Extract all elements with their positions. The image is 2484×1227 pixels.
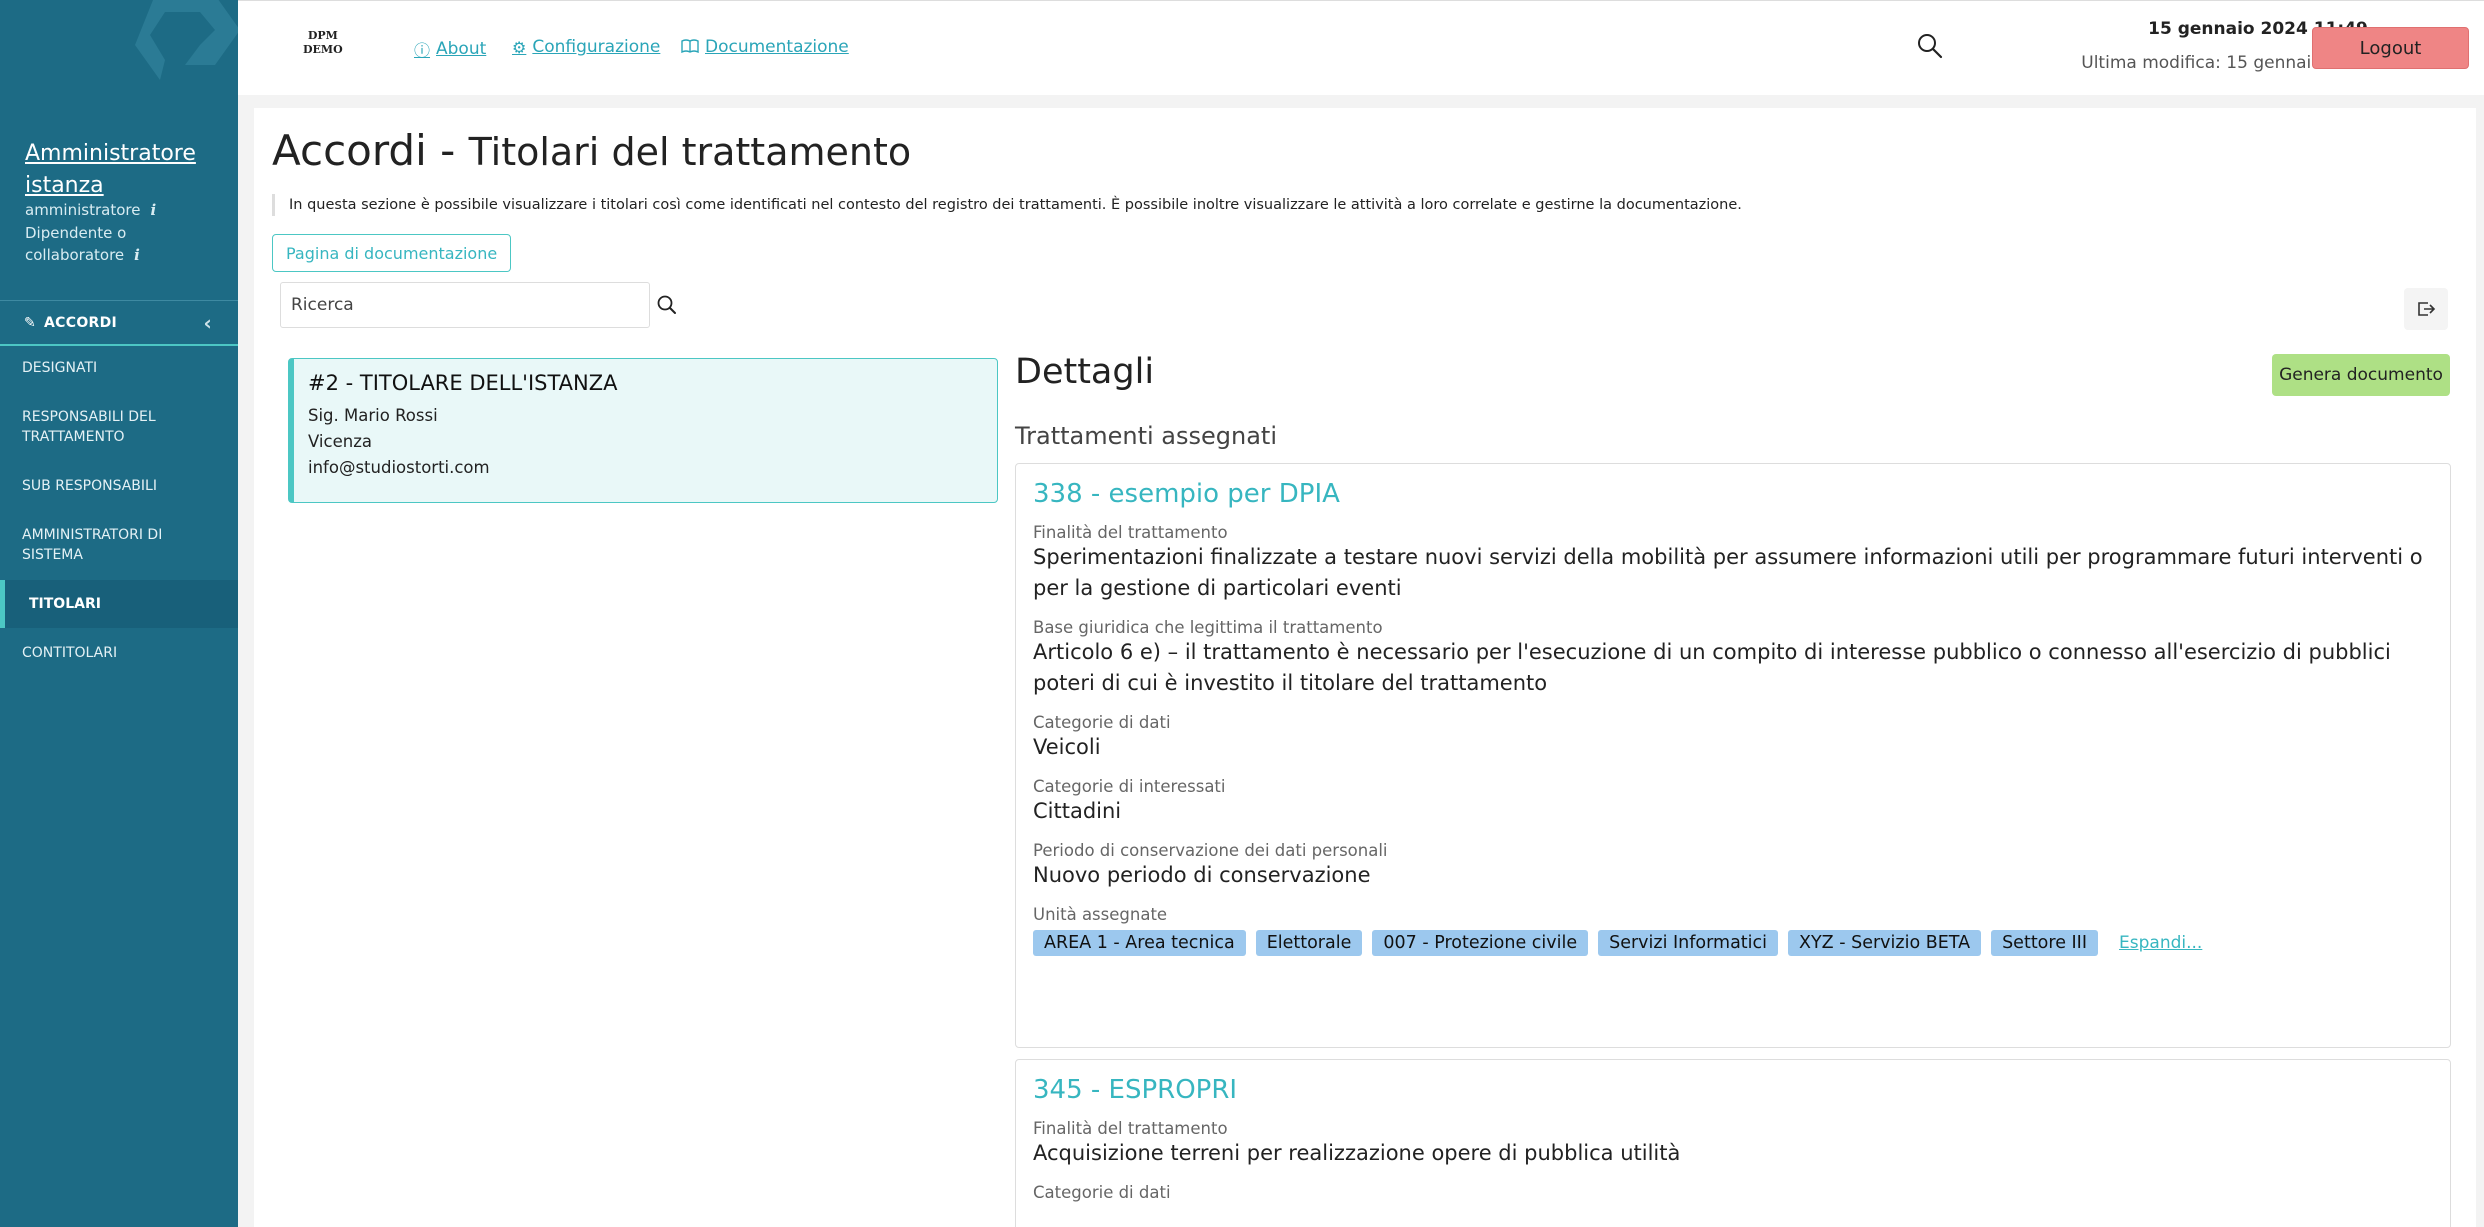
field-label: Categorie di dati <box>1033 1183 1171 1202</box>
treatment-card: 338 - esempio per DPIA Finalità del trat… <box>1015 463 2451 1048</box>
book-icon <box>681 38 699 57</box>
sidebar-item-sub-responsabili[interactable]: SUB RESPONSABILI <box>0 476 238 496</box>
field-label: Categorie di dati <box>1033 713 1171 732</box>
info-icon[interactable]: i <box>134 246 140 264</box>
field-label: Periodo di conservazione dei dati person… <box>1033 841 1388 860</box>
unit-tag: 007 - Protezione civile <box>1372 930 1589 956</box>
treatment-title[interactable]: 338 - esempio per DPIA <box>1033 479 2433 509</box>
titolare-card[interactable]: #2 - TITOLARE DELL'ISTANZA Sig. Mario Ro… <box>288 358 998 503</box>
categorie-interessati-value: Cittadini <box>1033 799 1122 823</box>
documentazione-link[interactable]: Documentazione <box>681 37 849 57</box>
field-label: Base giuridica che legittima il trattame… <box>1033 618 1383 637</box>
link-label: Configurazione <box>532 37 661 57</box>
link-label: Documentazione <box>705 37 849 57</box>
link-label: About <box>436 39 487 59</box>
logout-button[interactable]: Logout <box>2312 27 2469 69</box>
treatment-title[interactable]: 345 - ESPROPRI <box>1033 1075 2433 1105</box>
field-label: Finalità del trattamento <box>1033 1119 1228 1138</box>
topbar: DPM DEMO ⓘ About ⚙ Configurazione Docume… <box>238 0 2484 95</box>
sidebar-item-label: DESIGNATI <box>22 360 98 376</box>
details-title: Dettagli <box>1015 352 1155 392</box>
configurazione-link[interactable]: ⚙ Configurazione <box>512 37 660 57</box>
unit-tag: Settore III <box>1991 930 2099 956</box>
search-icon[interactable] <box>652 290 682 320</box>
finalita-value: Acquisizione terreni per realizzazione o… <box>1033 1141 1681 1165</box>
documentation-page-button[interactable]: Pagina di documentazione <box>272 234 512 272</box>
sidebar-item-titolari[interactable]: TITOLARI <box>0 580 238 628</box>
unit-tag: Elettorale <box>1255 930 1363 956</box>
about-link[interactable]: ⓘ About <box>414 37 486 61</box>
role-label: Dipendente o collaboratore <box>25 224 127 264</box>
sidebar: Amministratore istanza amministratore i D… <box>0 0 238 1227</box>
page-title-main: Accordi - <box>272 126 469 175</box>
brand-mark-icon <box>135 0 238 80</box>
titolare-name: #2 - TITOLARE DELL'ISTANZA <box>308 371 618 395</box>
chevron-left-icon[interactable]: ‹ <box>203 311 212 335</box>
unit-tag: XYZ - Servizio BETA <box>1788 930 1982 956</box>
role-admin: amministratore i <box>25 199 156 221</box>
expand-link[interactable]: Espandi... <box>2119 933 2202 953</box>
sidebar-item-label: RESPONSABILI DEL TRATTAMENTO <box>22 409 156 445</box>
field-label: Categorie di interessati <box>1033 777 1226 796</box>
sidebar-item-label: SUB RESPONSABILI <box>22 478 157 494</box>
unit-tag: AREA 1 - Area tecnica <box>1033 930 1246 956</box>
sidebar-item-designati[interactable]: DESIGNATI <box>0 358 238 378</box>
intro-text: In questa sezione è possibile visualizza… <box>272 194 1742 216</box>
export-icon <box>2418 302 2436 316</box>
assigned-units: AREA 1 - Area tecnica Elettorale 007 - P… <box>1033 930 2433 956</box>
unit-tag: Servizi Informatici <box>1598 930 1778 956</box>
generate-document-button[interactable]: Genera documento <box>2272 354 2450 396</box>
brand-line: DEMO <box>303 43 343 56</box>
field-label: Unità assegnate <box>1033 905 1168 924</box>
search-icon[interactable] <box>1915 31 1945 61</box>
sidebar-item-responsabili[interactable]: RESPONSABILI DEL TRATTAMENTO <box>0 407 200 447</box>
finalita-value: Sperimentazioni finalizzate a testare nu… <box>1033 545 2423 600</box>
main-panel: Accordi - Titolari del trattamento In qu… <box>254 108 2476 1227</box>
pen-icon: ✎ <box>24 314 37 331</box>
info-icon[interactable]: i <box>150 201 156 219</box>
assigned-treatments-heading: Trattamenti assegnati <box>1015 422 1278 450</box>
sidebar-item-label: AMMINISTRATORI DI SISTEMA <box>22 527 163 563</box>
brand-line: DPM <box>307 29 338 42</box>
role-label: amministratore <box>25 201 141 219</box>
treatment-card: 345 - ESPROPRI Finalità del trattamento … <box>1015 1059 2451 1227</box>
sidebar-section-label: ACCORDI <box>44 314 118 331</box>
export-button[interactable] <box>2404 288 2448 330</box>
sidebar-item-label: CONTITOLARI <box>22 645 118 661</box>
search-input[interactable] <box>280 282 650 328</box>
sidebar-section-accordi[interactable]: ✎ ACCORDI ‹ <box>0 300 238 346</box>
base-giuridica-value: Articolo 6 e) – il trattamento è necessa… <box>1033 640 2391 695</box>
role-employee: Dipendente o collaboratore i <box>25 222 215 266</box>
gear-icon: ⚙ <box>512 37 527 57</box>
page-subtitle: Titolari del trattamento <box>468 130 912 174</box>
sidebar-item-contitolari[interactable]: CONTITOLARI <box>0 643 238 663</box>
page-title: Accordi - Titolari del trattamento <box>272 126 911 175</box>
categorie-dati-value: Veicoli <box>1033 735 1101 759</box>
titolare-email: info@studiostorti.com <box>308 458 490 477</box>
titolare-city: Vicenza <box>308 432 372 451</box>
field-label: Finalità del trattamento <box>1033 523 1228 542</box>
info-circle-icon: ⓘ <box>414 41 431 60</box>
periodo-value: Nuovo periodo di conservazione <box>1033 863 1371 887</box>
brand-logo[interactable]: DPM DEMO <box>303 29 343 57</box>
sidebar-item-label: TITOLARI <box>29 596 101 612</box>
sidebar-item-amministratori[interactable]: AMMINISTRATORI DI SISTEMA <box>0 525 200 565</box>
user-name[interactable]: Amministratore istanza <box>25 138 225 202</box>
titolare-person: Sig. Mario Rossi <box>308 406 438 425</box>
